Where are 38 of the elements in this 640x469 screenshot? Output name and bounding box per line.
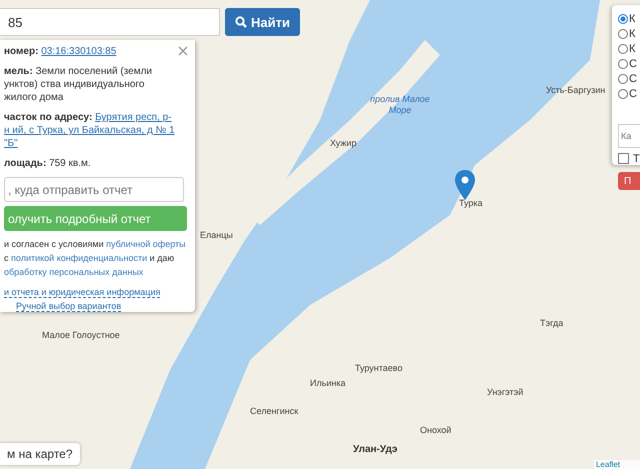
place-label: Селенгинск (250, 406, 298, 416)
consent-link[interactable]: обработку персональных данных (4, 267, 144, 277)
legal-info-link[interactable]: и отчета и юридическая информация (4, 287, 160, 298)
place-label: Еланцы (200, 230, 233, 240)
place-label: Унэгэтэй (487, 387, 524, 397)
cadastral-input-field[interactable]: Ка (618, 124, 640, 148)
radio-label: С (629, 72, 637, 84)
place-label: Онохой (420, 425, 452, 435)
search-field[interactable]: 85 (0, 8, 220, 36)
consent-text: и согласен с условиями публичной оферты с политикой конфиденциальности и даю обработку персональных данных (4, 238, 187, 279)
radio-label: С (629, 58, 637, 70)
consent-link[interactable]: политикой конфиденциальности (11, 253, 148, 263)
water-label: пролив Малое Море (370, 94, 430, 116)
place-label: Ильинка (310, 378, 346, 388)
address-text: часток по адресу: Бурятия респ, р-н ий, с Турка, ул Байкальская, д № 1 "Б" (4, 111, 176, 150)
consent-link[interactable]: публичной оферты (106, 239, 186, 249)
search-button[interactable]: Найти (225, 8, 300, 36)
email-field[interactable]: , куда отправить отчет (4, 177, 184, 202)
place-label: Улан-Удэ (353, 444, 398, 455)
radio-label: К (629, 42, 636, 54)
radio-label: К (629, 28, 636, 40)
place-label: Тэгда (540, 318, 564, 328)
place-label: Усть-Баргузин (546, 85, 606, 95)
place-label: Турка (459, 198, 483, 208)
radio-label: С (629, 88, 637, 100)
manual-selection-link[interactable]: Ручной выбор вариантов (16, 301, 122, 312)
submit-button[interactable]: П (618, 172, 640, 190)
help-button[interactable]: м на карте? (0, 443, 80, 465)
map-attribution[interactable]: Leaflet (594, 460, 640, 469)
place-label: Турунтаево (355, 363, 402, 373)
report-button[interactable]: олучить подробный отчет (4, 206, 187, 231)
radio-label: К (629, 12, 636, 24)
place-label: Хужир (330, 138, 356, 148)
info-text: лощадь: 759 кв.м. (4, 157, 92, 170)
checkbox-label: Т (633, 152, 640, 164)
place-label: Малое Голоустное (42, 330, 120, 340)
info-text: мель: Земли поселений (земли унктов) ства индивидуального жилого дома (4, 65, 153, 104)
cadastral-number-text: номер: 03:16:330103:85 (4, 45, 118, 58)
